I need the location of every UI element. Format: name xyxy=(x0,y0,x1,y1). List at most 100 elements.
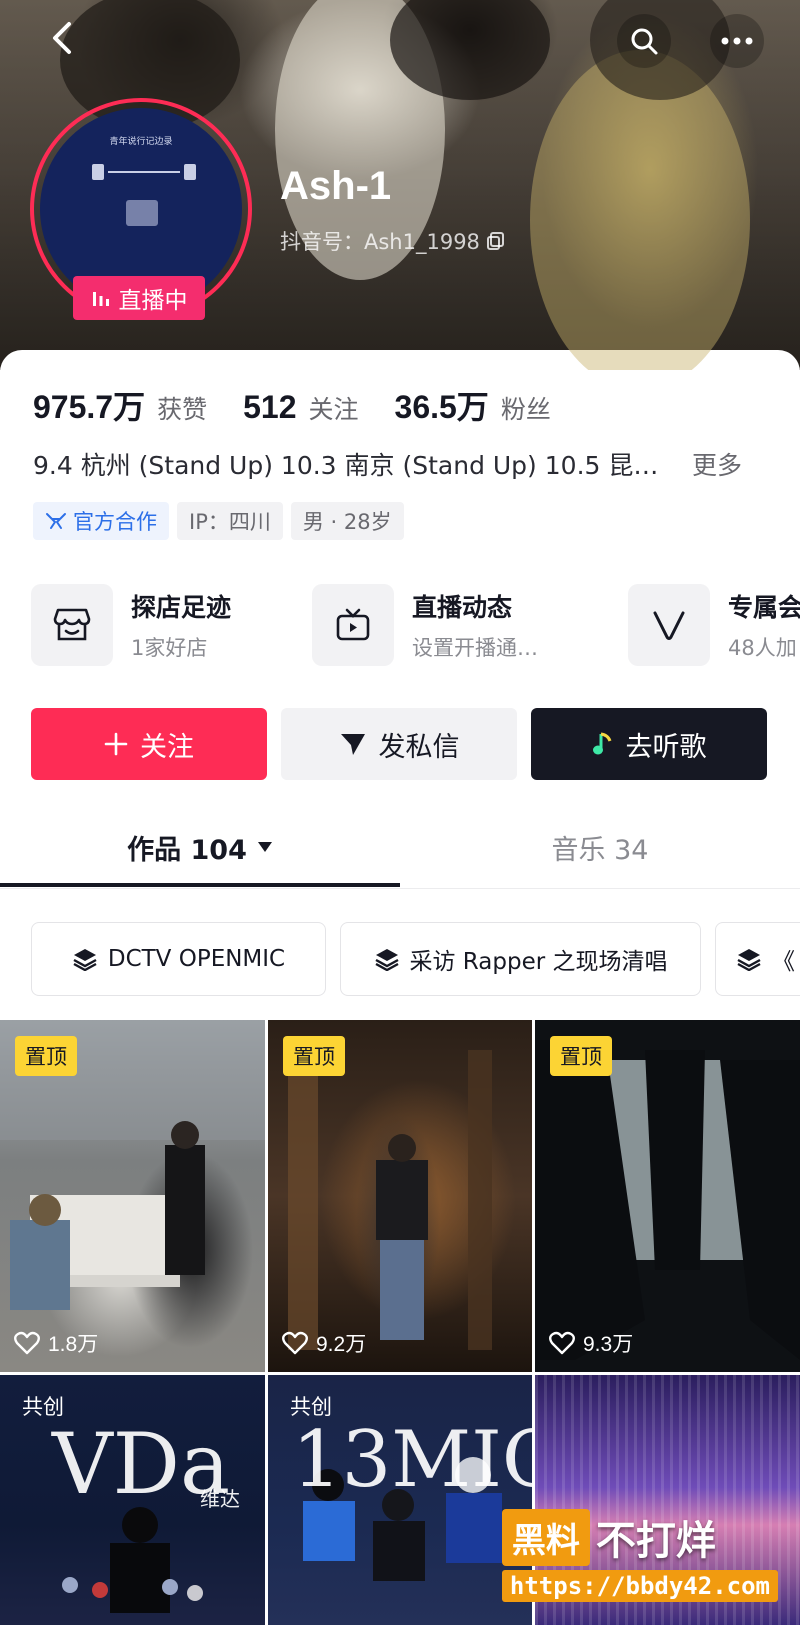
video-likes-count: 9.3万 xyxy=(583,1333,634,1356)
watermark-url: https://bbdy42.com xyxy=(501,1570,778,1602)
profile-tags: 官方合作 IP：四川 男 · 28岁 xyxy=(33,502,404,540)
tab-music[interactable]: 音乐 34 xyxy=(400,808,800,886)
avatar-stage-graphic xyxy=(92,164,196,180)
collection-chip-interview-label: 采访 Rapper 之现场清唱 xyxy=(409,949,668,975)
heart-icon xyxy=(282,1331,308,1355)
douyin-id-text: 抖音号：Ash1_1998 xyxy=(280,230,480,254)
live-badge-label: 直播中 xyxy=(118,288,188,314)
layers-icon xyxy=(374,949,399,971)
feature-live-updates-subtitle: 设置开播通… xyxy=(412,636,538,660)
handshake-icon xyxy=(46,513,66,529)
layers-icon xyxy=(737,949,761,971)
douyin-id[interactable]: 抖音号：Ash1_1998 xyxy=(280,226,506,256)
feature-shortcuts: 探店足迹 1家好店 直播动态 设置开播通… 专属会 48人加 xyxy=(31,584,800,668)
layers-icon xyxy=(73,949,97,971)
tab-divider xyxy=(0,888,800,889)
feature-store-visits-title: 探店足迹 xyxy=(131,593,232,622)
stat-followers-label: 粉丝 xyxy=(500,395,551,424)
stat-followers[interactable]: 36.5万 粉丝 xyxy=(395,382,551,428)
feature-store-visits-subtitle: 1家好店 xyxy=(131,636,208,660)
video-likes-count: 9.2万 xyxy=(316,1333,367,1356)
feature-exclusive-club-title: 专属会 xyxy=(728,593,800,622)
plus-icon xyxy=(104,732,128,756)
collection-chip-dctv-label: DCTV OPENMIC xyxy=(107,946,286,972)
avatar-caption: 青年说行记边录 xyxy=(109,137,173,147)
feature-live-updates[interactable]: 直播动态 设置开播通… xyxy=(312,584,538,666)
stat-following[interactable]: 512 关注 xyxy=(243,389,358,426)
heart-icon xyxy=(14,1331,40,1355)
stat-following-value: 512 xyxy=(243,389,297,425)
live-bars-icon xyxy=(92,292,109,306)
message-button[interactable]: 发私信 xyxy=(281,708,517,780)
live-badge[interactable]: 直播中 xyxy=(73,276,205,320)
collection-chip-3[interactable]: 《 xyxy=(715,922,800,996)
pinned-badge: 置顶 xyxy=(550,1036,612,1076)
more-dots-icon xyxy=(721,37,753,45)
search-button[interactable] xyxy=(617,14,671,68)
video-thumbnail[interactable]: 共创 VDa 维达 xyxy=(0,1375,265,1625)
video-thumbnail[interactable]: 置顶 9.2万 xyxy=(268,1020,532,1372)
action-buttons: 关注 发私信 去听歌 xyxy=(31,708,767,780)
ip-location-tag: IP：四川 xyxy=(177,502,283,540)
stat-likes[interactable]: 975.7万 获赞 xyxy=(33,382,207,428)
pinned-badge: 置顶 xyxy=(283,1036,345,1076)
video-title-art: 13MIC xyxy=(292,1415,532,1505)
feature-exclusive-club-subtitle: 48人加 xyxy=(728,636,797,660)
message-button-label: 发私信 xyxy=(378,731,460,763)
stat-likes-value: 975.7万 xyxy=(33,389,146,425)
tv-icon xyxy=(312,584,394,666)
avatar-device xyxy=(126,200,158,226)
content-tabs: 作品 104 音乐 34 xyxy=(0,808,800,889)
collection-chip-3-label: 《 xyxy=(772,949,795,975)
heart-icon xyxy=(549,1331,575,1355)
bio-more-link[interactable]: 更多 xyxy=(692,446,742,482)
co-creation-badge: 共创 xyxy=(22,1395,64,1419)
feature-exclusive-club[interactable]: 专属会 48人加 xyxy=(628,584,800,666)
stats-row: 975.7万 获赞 512 关注 36.5万 粉丝 xyxy=(33,382,587,428)
gender-age-tag: 男 · 28岁 xyxy=(290,502,404,540)
collection-chips: DCTV OPENMIC 采访 Rapper 之现场清唱 《 xyxy=(31,922,800,998)
feature-store-visits[interactable]: 探店足迹 1家好店 xyxy=(31,584,231,666)
copy-icon[interactable] xyxy=(486,231,506,251)
profile-card: 975.7万 获赞 512 关注 36.5万 粉丝 9.4 杭州 (Stand … xyxy=(0,350,800,1628)
video-thumbnail[interactable]: 置顶 1.8万 xyxy=(0,1020,265,1372)
official-partner-label: 官方合作 xyxy=(73,510,157,534)
video-thumbnail[interactable]: 置顶 9.3万 xyxy=(535,1020,800,1372)
username: Ash-1 xyxy=(280,164,392,208)
pinned-badge: 置顶 xyxy=(15,1036,77,1076)
stat-likes-label: 获赞 xyxy=(157,395,208,424)
back-button[interactable] xyxy=(40,16,84,60)
video-likes-count: 1.8万 xyxy=(48,1333,99,1356)
shop-icon xyxy=(31,584,113,666)
caret-down-icon xyxy=(257,842,272,852)
follow-button-label: 关注 xyxy=(140,731,194,763)
chevron-left-icon xyxy=(53,22,71,54)
video-likes: 9.2万 xyxy=(282,1328,366,1358)
v-icon xyxy=(628,584,710,666)
search-icon xyxy=(631,28,658,55)
video-thumbnail[interactable]: 共创 13MIC xyxy=(268,1375,532,1625)
watermark-box: 黑料 xyxy=(501,1508,590,1566)
tab-works[interactable]: 作品 104 xyxy=(0,808,400,886)
video-title-sub: 维达 xyxy=(200,1487,240,1511)
video-likes: 9.3万 xyxy=(549,1328,633,1358)
collection-chip-dctv[interactable]: DCTV OPENMIC xyxy=(31,922,326,996)
stat-following-label: 关注 xyxy=(308,395,359,424)
tab-indicator xyxy=(0,883,400,887)
collection-chip-interview[interactable]: 采访 Rapper 之现场清唱 xyxy=(340,922,701,996)
bio: 9.4 杭州 (Stand Up) 10.3 南京 (Stand Up) 10.… xyxy=(33,446,778,482)
bio-text: 9.4 杭州 (Stand Up) 10.3 南京 (Stand Up) 10.… xyxy=(33,451,659,480)
feature-live-updates-title: 直播动态 xyxy=(412,593,513,622)
listen-button[interactable]: 去听歌 xyxy=(531,708,767,780)
send-icon xyxy=(340,734,365,755)
official-partner-tag[interactable]: 官方合作 xyxy=(33,502,169,540)
music-note-icon xyxy=(592,732,611,755)
stat-followers-value: 36.5万 xyxy=(394,389,489,425)
follow-button[interactable]: 关注 xyxy=(31,708,267,780)
listen-button-label: 去听歌 xyxy=(625,731,707,763)
watermark-text: 不打烊 xyxy=(595,1518,716,1564)
video-likes: 1.8万 xyxy=(14,1328,98,1358)
co-creation-badge: 共创 xyxy=(290,1395,332,1419)
more-button[interactable] xyxy=(710,14,764,68)
tab-works-label: 作品 104 xyxy=(127,834,247,866)
